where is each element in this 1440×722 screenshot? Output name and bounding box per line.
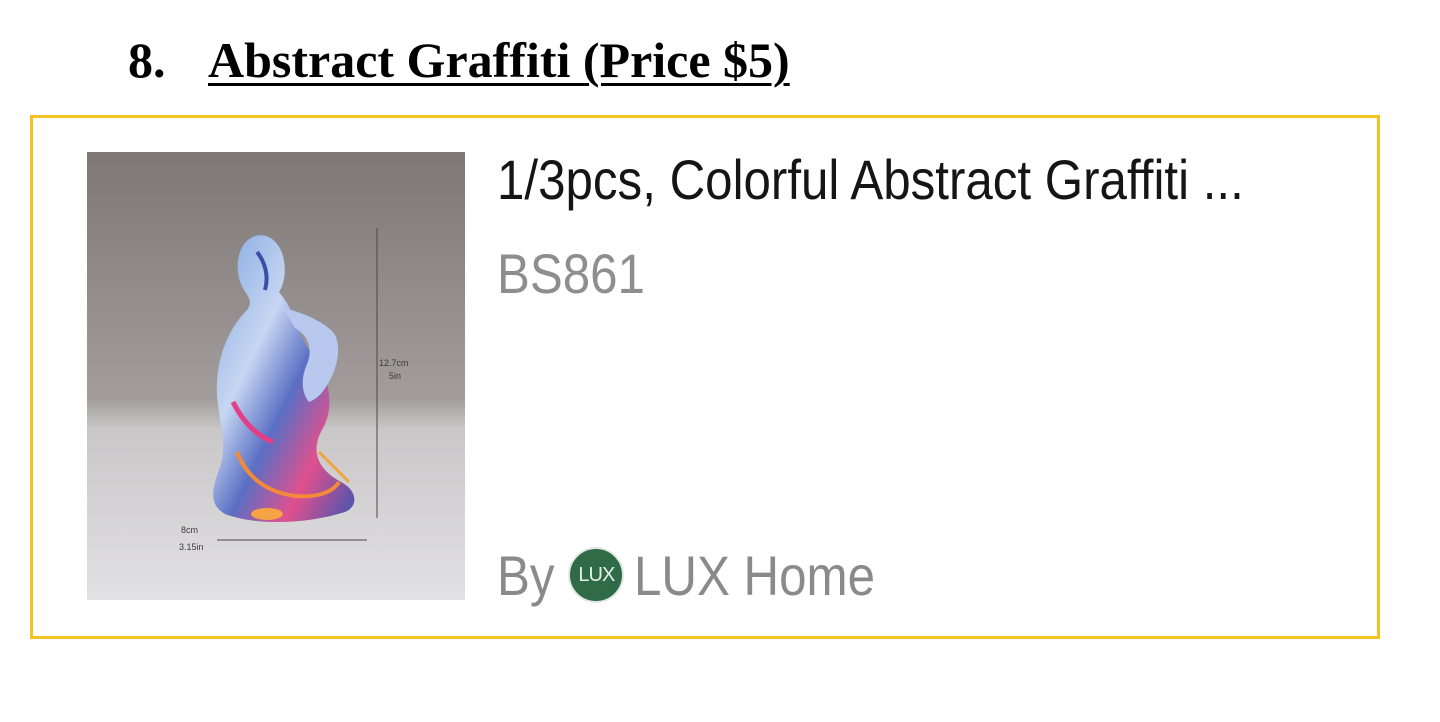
height-in-label: 5in xyxy=(389,371,401,381)
section-heading: 8. Abstract Graffiti (Price $5) xyxy=(128,30,790,90)
seller-logo-text: LUX xyxy=(578,563,615,586)
product-card[interactable]: 12.7cm 5in 8cm 3.15in 1/3pcs, Colorful A… xyxy=(30,115,1380,639)
seller-info[interactable]: By LUX LUX Home xyxy=(497,540,908,610)
seller-logo-icon: LUX xyxy=(568,547,625,603)
width-in-label: 3.15in xyxy=(179,542,204,552)
width-cm-label: 8cm xyxy=(181,525,198,535)
product-sku: BS861 xyxy=(497,242,645,305)
height-cm-label: 12.7cm xyxy=(379,358,409,368)
section-number: 8. xyxy=(128,32,166,88)
seller-prefix: By xyxy=(497,543,555,607)
product-title[interactable]: 1/3pcs, Colorful Abstract Graffiti ... xyxy=(497,146,1271,214)
section-title: Abstract Graffiti (Price $5) xyxy=(208,32,790,88)
product-image[interactable]: 12.7cm 5in 8cm 3.15in xyxy=(87,152,465,600)
sculpture-illustration: 12.7cm 5in 8cm 3.15in xyxy=(87,152,465,600)
seller-name[interactable]: LUX Home xyxy=(634,543,875,608)
